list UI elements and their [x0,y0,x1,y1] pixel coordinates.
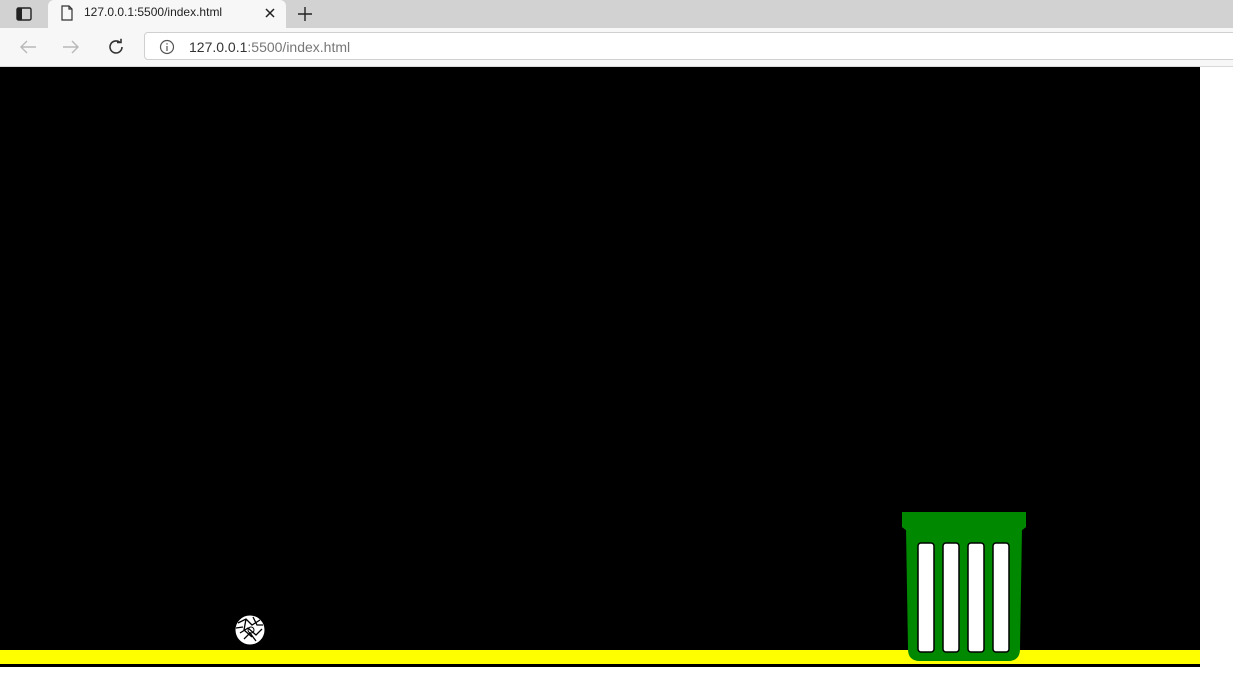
close-icon [265,8,275,18]
tab-switcher-button[interactable] [10,4,38,24]
arrow-right-icon [63,40,79,54]
browser-window: 127.0.0.1:5500/index.html 127.0.0.1:5500… [0,0,1233,691]
arrow-left-icon [20,40,36,54]
url-text: 127.0.0.1:5500/index.html [189,39,350,55]
address-bar[interactable]: 127.0.0.1:5500/index.html [144,32,1233,60]
trash-bin-slot [917,542,935,653]
tab-strip: 127.0.0.1:5500/index.html [0,0,1233,28]
paper-ball[interactable] [234,614,266,646]
back-button[interactable] [17,36,39,58]
url-path: :5500/index.html [247,39,351,55]
reload-button[interactable] [105,36,127,58]
tab-close-button[interactable] [262,5,278,21]
trash-bin-slot [992,542,1010,653]
trash-bin-slot [942,542,960,653]
info-icon[interactable] [159,39,175,55]
tab-active[interactable]: 127.0.0.1:5500/index.html [48,0,286,28]
new-tab-button[interactable] [294,3,316,25]
game-canvas[interactable] [0,67,1200,667]
reload-icon [109,38,123,54]
plus-icon [298,7,312,21]
forward-button[interactable] [60,36,82,58]
ground-strip [0,650,1200,664]
url-host: 127.0.0.1 [189,39,248,55]
trash-bin-slot [967,542,985,653]
file-icon [61,5,73,21]
page-viewport [0,67,1233,691]
trash-bin-lid [902,512,1026,531]
ground-edge [0,664,1200,667]
trash-bin [902,512,1026,661]
tab-title: 127.0.0.1:5500/index.html [84,5,223,19]
tab-switcher-icon [16,7,32,21]
toolbar: 127.0.0.1:5500/index.html [0,28,1233,67]
